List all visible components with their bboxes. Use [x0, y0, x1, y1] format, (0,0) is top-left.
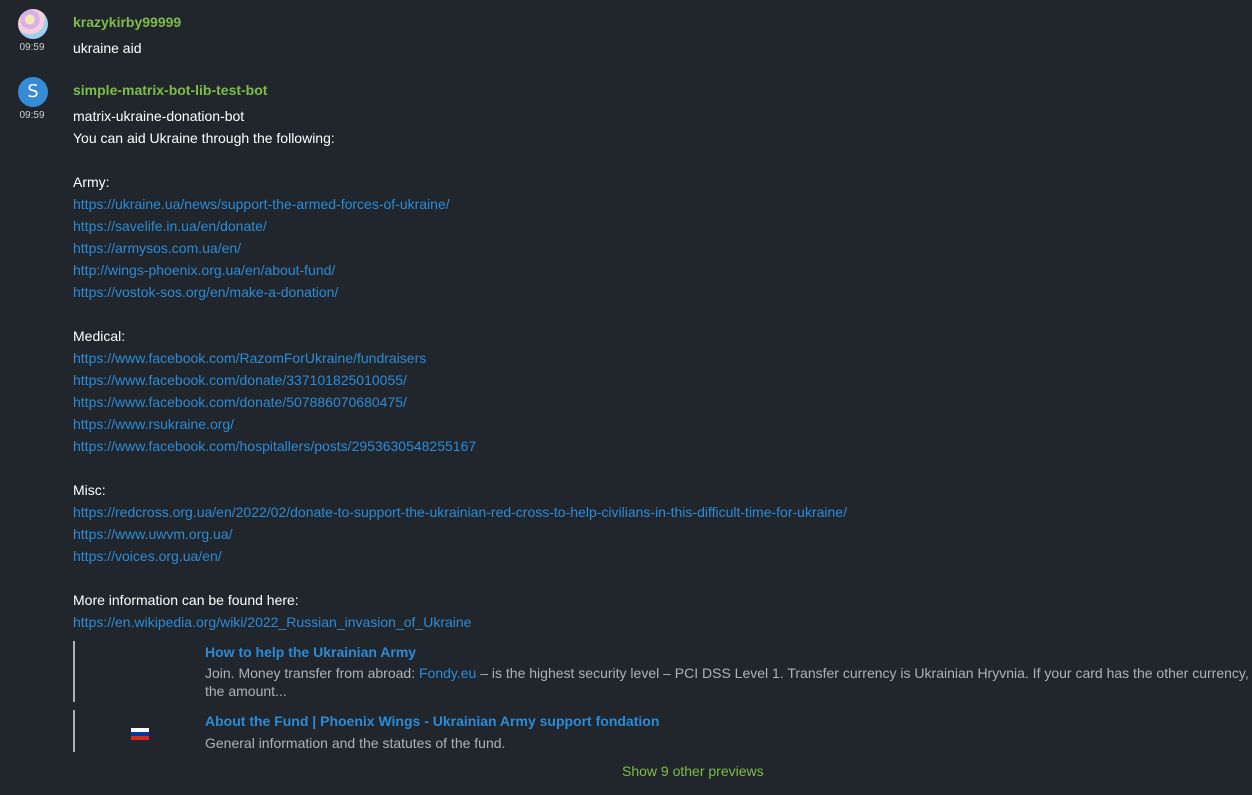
- preview-title-link[interactable]: How to help the Ukrainian Army: [205, 644, 416, 660]
- section-heading-misc: Misc:: [73, 482, 106, 498]
- sender-name[interactable]: simple-matrix-bot-lib-test-bot: [73, 82, 267, 98]
- donation-link[interactable]: https://www.facebook.com/RazomForUkraine…: [73, 347, 426, 369]
- preview-description: General information and the statutes of …: [205, 735, 506, 751]
- message-timestamp: 09:59: [19, 110, 45, 121]
- donation-link[interactable]: https://www.facebook.com/donate/50788607…: [73, 391, 407, 413]
- donation-link[interactable]: https://armysos.com.ua/en/: [73, 237, 241, 259]
- donation-link[interactable]: https://voices.org.ua/en/: [73, 545, 222, 567]
- preview-description-text: Join. Money transfer from abroad:: [205, 665, 419, 681]
- show-more-previews-button[interactable]: Show 9 other previews: [622, 763, 764, 779]
- preview-title-link[interactable]: About the Fund | Phoenix Wings - Ukraini…: [205, 713, 659, 729]
- donation-link[interactable]: https://redcross.org.ua/en/2022/02/donat…: [73, 501, 847, 523]
- donation-link[interactable]: http://wings-phoenix.org.ua/en/about-fun…: [73, 259, 335, 281]
- donation-link[interactable]: https://www.facebook.com/donate/33710182…: [73, 369, 407, 391]
- donation-link[interactable]: https://ukraine.ua/news/support-the-arme…: [73, 193, 450, 215]
- bot-name-line: matrix-ukraine-donation-bot: [73, 108, 245, 124]
- wikipedia-link[interactable]: https://en.wikipedia.org/wiki/2022_Russi…: [73, 611, 471, 633]
- intro-line: You can aid Ukraine through the followin…: [73, 130, 335, 146]
- section-heading-medical: Medical:: [73, 328, 126, 344]
- url-preview: How to help the Ukrainian Army Join. Mon…: [73, 641, 1250, 702]
- donation-link[interactable]: https://vostok-sos.org/en/make-a-donatio…: [73, 281, 338, 303]
- donation-link[interactable]: https://www.facebook.com/hospitallers/po…: [73, 435, 476, 457]
- url-preview: About the Fund | Phoenix Wings - Ukraini…: [73, 710, 1250, 752]
- donation-link[interactable]: https://www.rsukraine.org/: [73, 413, 234, 435]
- preview-inline-link[interactable]: Fondy.eu: [419, 665, 476, 681]
- bot-avatar[interactable]: S: [18, 77, 48, 107]
- section-heading-army: Army:: [73, 174, 110, 190]
- message-timeline: 09:59 krazykirby99999 ukraine aid S 09:5…: [0, 0, 1252, 795]
- message-event-2: S 09:59 simple-matrix-bot-lib-test-bot m…: [0, 0, 1252, 795]
- donation-link[interactable]: https://savelife.in.ua/en/donate/: [73, 215, 267, 237]
- russian-flag-icon: [131, 728, 149, 740]
- donation-link[interactable]: https://www.uwvm.org.ua/: [73, 523, 233, 545]
- more-info-line: More information can be found here:: [73, 592, 299, 608]
- preview-description: Join. Money transfer from abroad: Fondy.…: [205, 664, 1250, 700]
